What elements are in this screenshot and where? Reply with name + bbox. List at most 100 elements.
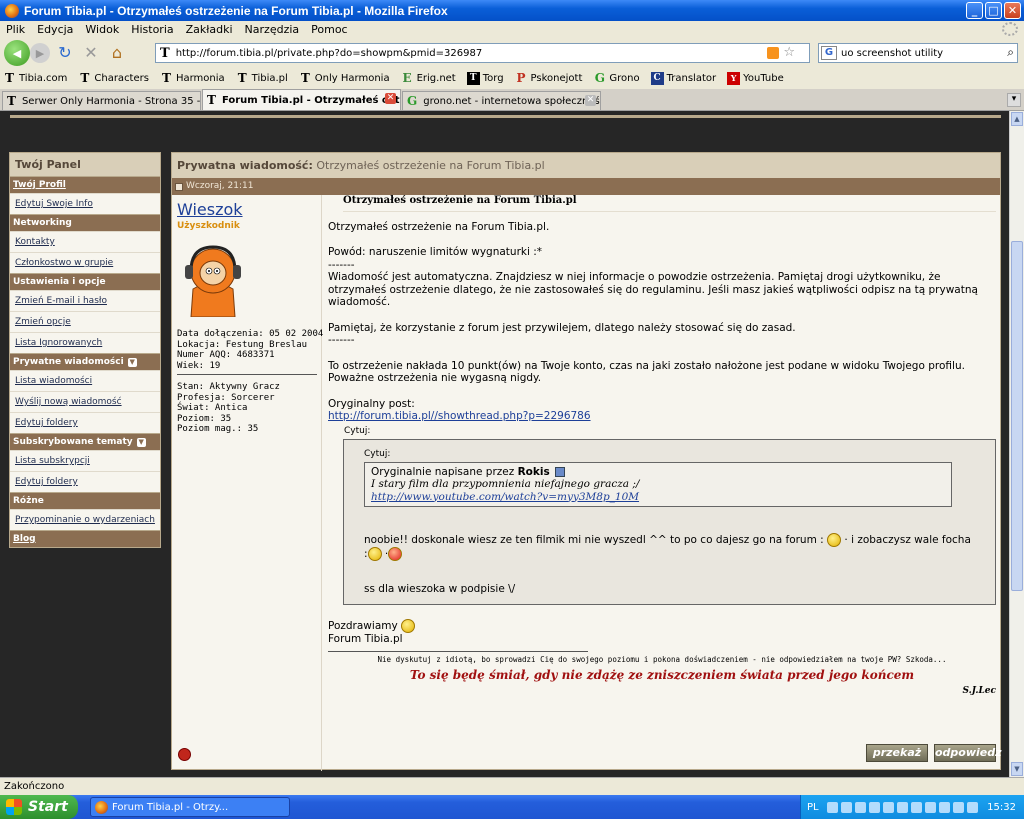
bookmark-tibia-com[interactable]: T Tibia.com — [0, 72, 67, 85]
reload-icon[interactable]: ↻ — [54, 42, 76, 64]
update-icon[interactable] — [924, 801, 936, 813]
panel-link[interactable]: Kontakty — [10, 231, 160, 252]
antivirus-icon[interactable] — [910, 801, 922, 813]
back-arrow-icon[interactable] — [840, 801, 852, 813]
bookmark-torg[interactable]: T Torg — [464, 72, 504, 85]
forward-button[interactable]: przekaż — [866, 744, 928, 762]
reply-button[interactable]: odpowiedz — [934, 744, 1002, 762]
close-tab-icon[interactable]: ✕ — [585, 95, 596, 106]
bookmark-youtube[interactable]: Y YouTube — [724, 72, 784, 85]
language-indicator[interactable]: PL — [807, 802, 819, 813]
bookmark-characters[interactable]: T Characters — [75, 72, 149, 85]
bookmark-label: Erig.net — [416, 73, 456, 84]
close-button[interactable]: ✕ — [1004, 2, 1021, 19]
speaker-icon[interactable] — [952, 801, 964, 813]
bookmark-only-harmonia[interactable]: T Only Harmonia — [296, 72, 390, 85]
panel-link[interactable]: Przypominanie o wydarzeniach — [10, 509, 160, 530]
scrollbar-thumb[interactable] — [1011, 241, 1023, 591]
bookmark-icon: E — [402, 71, 412, 85]
url-bar[interactable]: T http://forum.tibia.pl/private.php?do=s… — [155, 43, 810, 63]
panel-section-header[interactable]: Subskrybowane tematy ▼ — [10, 433, 160, 450]
close-tab-icon[interactable]: ✕ — [385, 93, 396, 104]
menu-history[interactable]: Historia — [125, 23, 179, 36]
star-icon[interactable]: ☆ — [783, 45, 795, 60]
scroll-up-icon[interactable]: ▲ — [1011, 112, 1023, 126]
panel-link[interactable]: Lista subskrypcji — [10, 450, 160, 471]
rss-icon[interactable] — [767, 47, 779, 59]
panel-link[interactable]: Edytuj foldery — [10, 471, 160, 492]
panel-item-label: Wyślij nową wiadomość — [15, 397, 122, 407]
menu-file[interactable]: Plik — [0, 23, 31, 36]
menu-help[interactable]: Pomoc — [305, 23, 353, 36]
menu-tools[interactable]: Narzędzia — [239, 23, 306, 36]
minimize-button[interactable]: _ — [966, 2, 983, 19]
sender-name[interactable]: Wieszok — [177, 200, 243, 219]
panel-link[interactable]: Lista Ignorowanych — [10, 332, 160, 353]
dropdown-arrow-icon[interactable]: ▼ — [136, 437, 146, 447]
report-icon[interactable] — [178, 748, 191, 761]
tab-grono[interactable]: G grono.net - internetowa społeczność p.… — [402, 91, 601, 110]
messenger-icon[interactable] — [896, 801, 908, 813]
panel-section-header[interactable]: Networking — [10, 214, 160, 231]
status-bar: Zakończono — [0, 777, 1024, 795]
start-button[interactable]: Start — [0, 795, 78, 819]
panel-item-label: Członkostwo w grupie — [15, 258, 114, 268]
quote-label: Cytuj: — [344, 425, 371, 436]
bookmark-icon: T — [300, 71, 310, 85]
tab-forum-tibia[interactable]: T Forum Tibia.pl - Otrzymałeś ostr... ✕ — [202, 89, 401, 110]
panel-link[interactable]: Zmień E-mail i hasło — [10, 290, 160, 311]
panel-link[interactable]: Lista wiadomości — [10, 370, 160, 391]
shield-icon[interactable] — [882, 801, 894, 813]
panel-item-label: Ustawienia i opcje — [13, 277, 106, 287]
quote-reply-text: ss dla wieszoka w podpisie \/ — [364, 583, 516, 595]
panel-section-header[interactable]: Różne — [10, 492, 160, 509]
panel-section-header[interactable]: Twój Profil — [10, 176, 160, 193]
google-icon[interactable]: G — [821, 46, 837, 60]
volume-icon[interactable] — [868, 801, 880, 813]
vertical-scrollbar[interactable]: ▲ ▼ — [1009, 111, 1024, 777]
network-icon[interactable] — [854, 801, 866, 813]
message-date: Wczoraj, 21:11 — [186, 181, 254, 191]
panel-item-label: Różne — [13, 496, 44, 506]
scroll-down-icon[interactable]: ▼ — [1011, 762, 1023, 776]
menu-bookmarks[interactable]: Zakładki — [180, 23, 239, 36]
panel-link[interactable]: Edytuj Swoje Info — [10, 193, 160, 214]
stop-icon[interactable]: ✕ — [80, 42, 102, 64]
maximize-button[interactable]: □ — [985, 2, 1002, 19]
bookmark-grono[interactable]: G Grono — [590, 72, 640, 85]
sender-info: Wieszok Użyszkodnik Data dołączenia: 05 … — [172, 195, 323, 771]
bookmark-icon: T — [237, 71, 247, 85]
panel-section-header[interactable]: Ustawienia i opcje — [10, 273, 160, 290]
youtube-link[interactable]: http://www.youtube.com/watch?v=myy3M8p_1… — [371, 491, 639, 503]
back-button[interactable]: ◀ — [4, 40, 30, 66]
safely-remove-icon[interactable] — [966, 801, 978, 813]
panel-section-header[interactable]: Prywatne wiadomości ▼ — [10, 353, 160, 370]
tab-list-button[interactable]: ▾ — [1007, 93, 1021, 107]
bookmark-pskonejott[interactable]: P Pskonejott — [512, 72, 583, 85]
page-content: Twój Panel Twój Profil Edytuj Swoje Info N… — [0, 111, 1009, 777]
panel-link[interactable]: Zmień opcje — [10, 311, 160, 332]
forward-button[interactable]: ▶ — [30, 43, 50, 63]
bookmark-tibia-pl[interactable]: T Tibia.pl — [233, 72, 288, 85]
tab-only-harmonia[interactable]: T Serwer Only Harmonia - Strona 35 - Fo.… — [2, 91, 201, 110]
home-icon[interactable]: ⌂ — [106, 42, 128, 64]
search-input[interactable]: G uo screenshot utility ⌕ — [818, 43, 1018, 63]
original-post-link[interactable]: http://forum.tibia.pl//showthread.php?p=… — [328, 410, 591, 422]
taskbar-item-firefox[interactable]: Forum Tibia.pl - Otrzy... — [90, 797, 290, 817]
bookmark-harmonia[interactable]: T Harmonia — [157, 72, 225, 85]
view-post-icon[interactable] — [555, 466, 566, 477]
menu-edit[interactable]: Edycja — [31, 23, 79, 36]
dropdown-arrow-icon[interactable]: ▼ — [127, 357, 137, 367]
keyboard-icon[interactable] — [826, 801, 838, 813]
menu-view[interactable]: Widok — [79, 23, 125, 36]
printer-icon[interactable] — [938, 801, 950, 813]
panel-section-header[interactable]: Blog — [10, 530, 160, 547]
bookmark-translator[interactable]: C Translator — [648, 72, 716, 85]
panel-link[interactable]: Edytuj foldery — [10, 412, 160, 433]
panel-link[interactable]: Wyślij nową wiadomość — [10, 391, 160, 412]
bookmark-erig[interactable]: E Erig.net — [398, 72, 456, 85]
search-icon[interactable]: ⌕ — [1007, 45, 1014, 60]
tibia-favicon-icon: T — [7, 94, 16, 108]
panel-link[interactable]: Członkostwo w grupie — [10, 252, 160, 273]
tab-bar: T Serwer Only Harmonia - Strona 35 - Fo.… — [0, 89, 1024, 111]
